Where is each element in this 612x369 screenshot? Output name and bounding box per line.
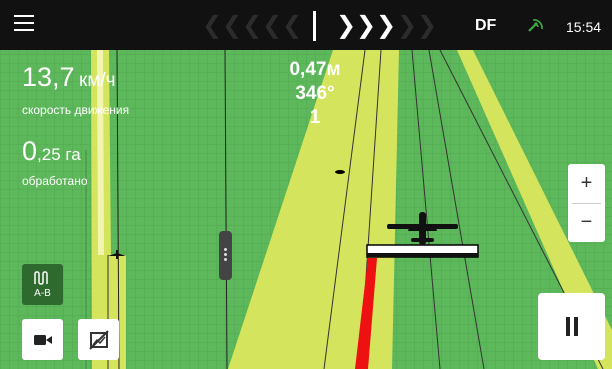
guidance-info: 0,47м 346° 1 xyxy=(270,58,360,130)
area-readout: 0,25 га xyxy=(22,136,81,167)
camera-button[interactable] xyxy=(22,319,63,360)
lightbar-center-marker xyxy=(313,11,316,41)
chevron-right-icon: ❯ xyxy=(397,11,418,39)
field-map[interactable] xyxy=(0,0,612,369)
menu-button[interactable] xyxy=(14,14,38,34)
chevron-right-icon: ❯ xyxy=(336,11,357,39)
chevron-left-icon: ❮ xyxy=(262,11,283,39)
zoom-controls: + − xyxy=(568,164,605,242)
cross-track-offset: 0,47м xyxy=(289,59,341,80)
chevron-right-icon: ❯ xyxy=(376,11,397,39)
pause-button[interactable] xyxy=(538,293,605,360)
zoom-out-button[interactable]: − xyxy=(568,203,605,242)
pause-icon xyxy=(574,317,578,336)
top-bar: ❮ ❮ ❮ ❮ ❮ ❯ ❯ ❯ ❯ ❯ DF 15:54 xyxy=(0,0,612,50)
zoom-divider xyxy=(572,203,601,204)
guidance-screen: ❮ ❮ ❮ ❮ ❮ ❯ ❯ ❯ ❯ ❯ DF 15:54 13,7 км/ч с… xyxy=(0,0,612,369)
video-camera-icon xyxy=(34,335,52,345)
heading-value: 346° xyxy=(295,83,335,104)
implement-bar-edge xyxy=(367,253,478,257)
clock: 15:54 xyxy=(566,19,602,35)
speed-readout: 13,7 км/ч xyxy=(22,62,116,93)
chevron-right-icon: ❯ xyxy=(417,11,438,39)
chevron-left-icon: ❮ xyxy=(242,11,263,39)
area-value: 0 xyxy=(22,136,38,166)
chevron-right-icon: ❯ xyxy=(356,11,377,39)
map-off-icon xyxy=(89,330,109,350)
chevron-left-icon: ❮ xyxy=(202,11,223,39)
speed-unit: км/ч xyxy=(79,70,116,91)
ab-mode-button[interactable]: A-B xyxy=(22,264,63,305)
satellite-signal-icon[interactable] xyxy=(527,17,545,33)
speed-label: скорость движения xyxy=(22,103,130,117)
map-toggle-button[interactable] xyxy=(78,319,119,360)
zoom-in-button[interactable]: + xyxy=(568,164,605,203)
chevron-left-icon: ❮ xyxy=(222,11,243,39)
chevron-left-icon: ❮ xyxy=(282,11,303,39)
ab-mode-label: A-B xyxy=(34,288,51,299)
ab-line-mode-icon xyxy=(34,271,48,285)
panel-drag-handle[interactable] xyxy=(219,231,232,280)
correction-source-label[interactable]: DF xyxy=(475,17,496,35)
area-label: обработано xyxy=(22,174,88,188)
waypoint-marker xyxy=(335,170,345,174)
speed-value: 13,7 xyxy=(22,62,75,92)
area-unit: ,25 га xyxy=(37,145,81,164)
line-number: 1 xyxy=(309,107,321,128)
pause-icon xyxy=(566,317,570,336)
